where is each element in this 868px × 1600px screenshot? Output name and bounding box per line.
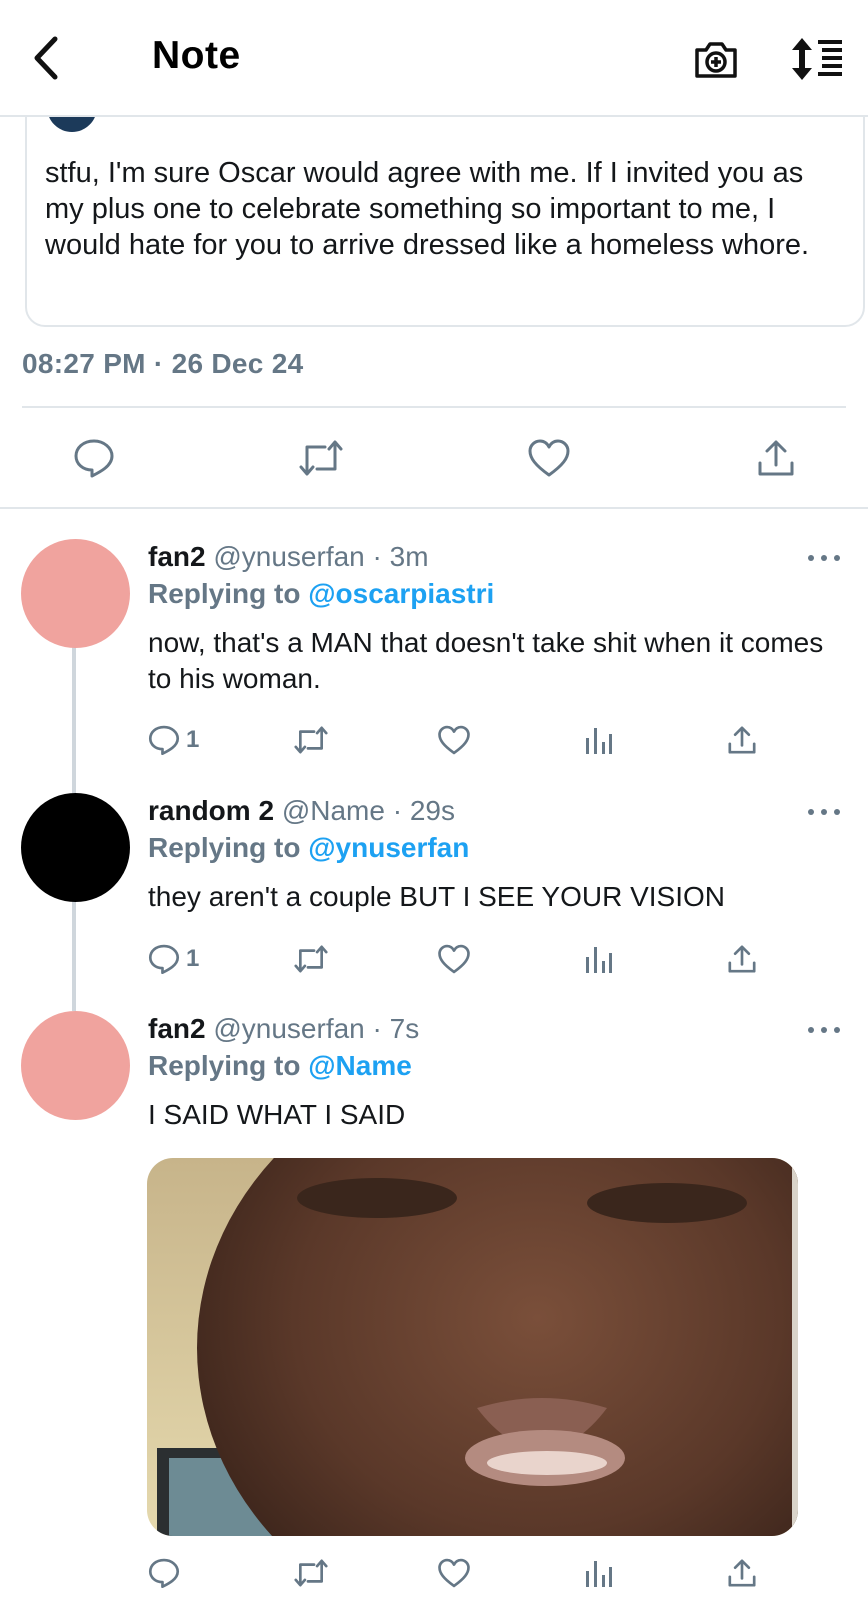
display-name[interactable]: fan2: [148, 541, 206, 572]
attached-photo[interactable]: [147, 1158, 798, 1536]
handle[interactable]: @ynuserfan: [213, 1013, 364, 1044]
reply-button[interactable]: [148, 1553, 180, 1593]
reply-button[interactable]: [68, 430, 120, 486]
comment-icon: [148, 725, 180, 756]
retweet-icon: [294, 1559, 328, 1587]
analytics-button[interactable]: [584, 720, 614, 760]
analytics-icon: [586, 1561, 612, 1587]
reply-action-bar: 1: [0, 939, 868, 979]
reply-header: fan2 @ynuserfan · 3m: [148, 541, 429, 573]
share-button[interactable]: [726, 939, 758, 979]
more-options-button[interactable]: [808, 548, 840, 568]
share-button[interactable]: [726, 1553, 758, 1593]
comment-icon: [148, 1558, 180, 1589]
analytics-icon: [586, 728, 612, 754]
camera-add-icon: [695, 42, 737, 78]
retweet-button[interactable]: [295, 430, 347, 486]
page-title: Note: [152, 34, 241, 77]
like-button[interactable]: [437, 939, 471, 979]
camera-button[interactable]: [693, 36, 739, 82]
avatar[interactable]: [21, 1011, 130, 1120]
heart-icon: [528, 439, 570, 477]
share-button[interactable]: [750, 430, 802, 486]
share-icon: [728, 726, 756, 754]
mention-link[interactable]: @Name: [308, 1050, 412, 1081]
handle[interactable]: @ynuserfan: [213, 541, 364, 572]
comment-icon: [148, 944, 180, 975]
relative-time: · 29s: [392, 795, 455, 826]
main-action-bar: [0, 430, 868, 486]
avatar[interactable]: [21, 539, 130, 648]
display-name[interactable]: random 2: [148, 795, 274, 826]
avatar[interactable]: [21, 793, 130, 902]
share-icon: [728, 945, 756, 973]
heart-icon: [438, 944, 470, 974]
retweet-icon: [294, 945, 328, 973]
more-options-button[interactable]: [808, 802, 840, 822]
reply-header: fan2 @ynuserfan · 7s: [148, 1013, 419, 1045]
heart-icon: [438, 725, 470, 755]
chevron-left-icon: [34, 36, 58, 80]
photo-image: [147, 1158, 798, 1536]
top-bar: Note: [0, 0, 868, 117]
reply-text: they aren't a couple BUT I SEE YOUR VISI…: [148, 881, 726, 912]
divider: [22, 406, 846, 408]
retweet-icon: [294, 726, 328, 754]
share-button[interactable]: [726, 720, 758, 760]
retweet-button[interactable]: [292, 939, 330, 979]
retweet-button[interactable]: [292, 1553, 330, 1593]
tweet-timestamp: 08:27 PM · 26 Dec 24: [22, 348, 304, 379]
analytics-icon: [586, 947, 612, 973]
analytics-button[interactable]: [584, 939, 614, 979]
thread-connector: [72, 645, 76, 793]
replying-to-line: Replying to @ynuserfan: [148, 832, 470, 863]
reply-text: I SAID WHAT I SAID: [148, 1099, 406, 1130]
share-icon: [728, 1559, 756, 1587]
sort-list-icon: [792, 38, 842, 80]
like-button[interactable]: [437, 720, 471, 760]
like-button[interactable]: [437, 1553, 471, 1593]
back-button[interactable]: [26, 34, 66, 82]
reply-count: 1: [186, 945, 200, 972]
replying-to-line: Replying to @Name: [148, 1050, 412, 1081]
reply-action-bar: 1: [0, 720, 868, 760]
heart-icon: [438, 1558, 470, 1588]
retweet-button[interactable]: [292, 720, 330, 760]
relative-time: · 3m: [372, 541, 429, 572]
reply-count: 1: [186, 726, 200, 753]
more-options-button[interactable]: [808, 1020, 840, 1040]
analytics-button[interactable]: [584, 1553, 614, 1593]
reply-header: random 2 @Name · 29s: [148, 795, 455, 827]
mention-link[interactable]: @ynuserfan: [308, 832, 469, 863]
divider: [0, 507, 868, 509]
relative-time: · 7s: [372, 1013, 420, 1044]
mention-link[interactable]: @oscarpiastri: [308, 578, 494, 609]
like-button[interactable]: [523, 430, 575, 486]
retweet-icon: [299, 440, 343, 476]
sort-button[interactable]: [790, 36, 846, 82]
display-name[interactable]: fan2: [148, 1013, 206, 1044]
comment-icon: [74, 439, 114, 478]
quoted-tweet-text: stfu, I'm sure Oscar would agree with me…: [45, 157, 810, 261]
reply-text: now, that's a MAN that doesn't take shit…: [148, 627, 824, 694]
reply-action-bar: [0, 1553, 868, 1593]
replying-to-line: Replying to @oscarpiastri: [148, 578, 495, 609]
share-icon: [758, 440, 794, 476]
reply-button[interactable]: 1: [148, 939, 199, 979]
handle[interactable]: @Name: [282, 795, 385, 826]
reply-button[interactable]: 1: [148, 720, 199, 760]
